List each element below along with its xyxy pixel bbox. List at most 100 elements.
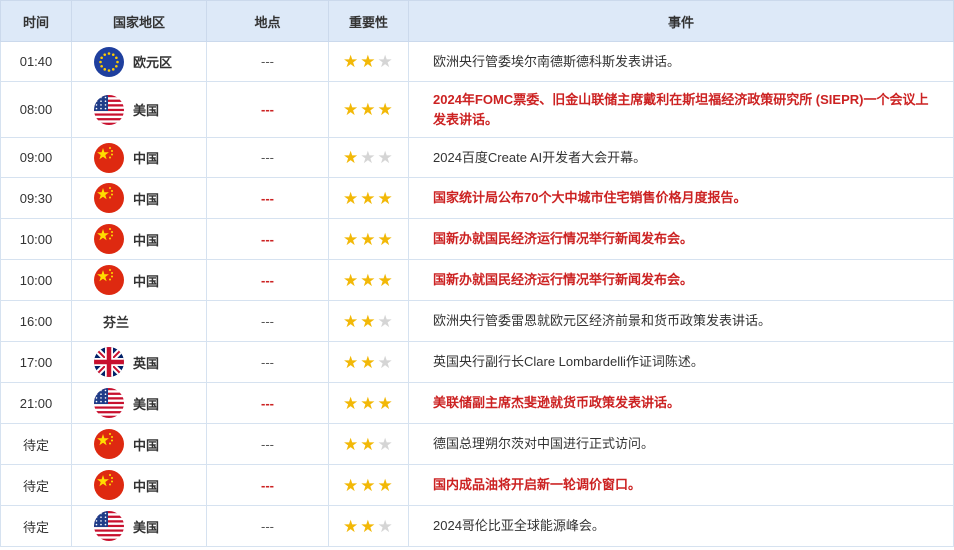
event-time: 10:00 xyxy=(0,259,72,301)
event-location: --- xyxy=(206,423,329,465)
country-cell: 美国 xyxy=(71,505,207,547)
table-body: 01:40 欧元区 --- ★ ★ ★ 欧洲央行管委埃尔南德斯德科斯发表讲话。 08:00 美国… xyxy=(0,41,954,547)
table-row[interactable]: 16:00 芬兰 --- ★ ★ ★ 欧洲央行管委雷恩就欧元区经济前景和货币政策发表讲话。 xyxy=(0,300,954,342)
country-cell: 中国 xyxy=(71,464,207,506)
table-row[interactable]: 17:00 英国 --- ★ ★ ★ 英国央行副行长Clare Lombardelli作证词… xyxy=(0,341,954,383)
star-filled-icon: ★ xyxy=(343,475,359,495)
event-time: 01:40 xyxy=(0,41,72,82)
star-filled-icon: ★ xyxy=(360,270,376,290)
country-name: 美国 xyxy=(133,103,160,118)
table-row[interactable]: 01:40 欧元区 --- ★ ★ ★ 欧洲央行管委埃尔南德斯德科斯发表讲话。 xyxy=(0,41,954,82)
star-filled-icon: ★ xyxy=(360,393,376,413)
table-row[interactable]: 10:00 中国 --- ★ ★ ★ 国新办就国民经济运行情况举行新闻发布会。 xyxy=(0,259,954,301)
table-row[interactable]: 08:00 美国 --- ★ ★ ★ 2024年FOMC票委、旧金山联储主席戴利在斯坦福经济… xyxy=(0,81,954,138)
country-name: 中国 xyxy=(133,232,160,248)
star-filled-icon: ★ xyxy=(360,352,376,372)
event-description: 美联储副主席杰斐逊就货币政策发表讲话。 xyxy=(408,382,954,424)
event-description: 国新办就国民经济运行情况举行新闻发布会。 xyxy=(408,259,954,301)
country-name: 美国 xyxy=(133,519,160,535)
importance-rating: ★ ★ ★ xyxy=(328,218,409,260)
star-filled-icon: ★ xyxy=(343,148,359,167)
star-filled-icon: ★ xyxy=(360,229,376,249)
event-location: --- xyxy=(206,341,329,383)
table-row[interactable]: 待定 中国 --- ★ ★ ★ 国内成品油将开启新一轮调价窗口。 xyxy=(0,464,954,506)
star-filled-icon: ★ xyxy=(343,52,359,71)
star-empty-icon: ★ xyxy=(377,516,393,536)
star-filled-icon: ★ xyxy=(377,393,393,413)
eu-flag-icon xyxy=(94,46,124,77)
star-filled-icon: ★ xyxy=(360,188,376,208)
importance-rating: ★ ★ ★ xyxy=(328,177,409,219)
event-location: --- xyxy=(206,259,329,301)
event-location: --- xyxy=(206,300,329,342)
country-name: 欧元区 xyxy=(133,55,173,70)
importance-rating: ★ ★ ★ xyxy=(328,464,409,506)
table-row[interactable]: 21:00 美国 --- ★ ★ ★ 美联储副主席杰斐逊就货币政策发表讲话。 xyxy=(0,382,954,424)
importance-rating: ★ ★ ★ xyxy=(328,382,409,424)
cn-flag-icon xyxy=(94,429,124,459)
star-filled-icon: ★ xyxy=(343,100,359,119)
cn-flag-icon xyxy=(94,470,124,500)
star-empty-icon: ★ xyxy=(377,52,393,71)
country-cell: 美国 xyxy=(71,382,207,424)
event-description: 国新办就国民经济运行情况举行新闻发布会。 xyxy=(408,218,954,260)
cn-flag-icon xyxy=(94,142,124,173)
importance-rating: ★ ★ ★ xyxy=(328,423,409,465)
event-time: 21:00 xyxy=(0,382,72,424)
event-description: 国内成品油将开启新一轮调价窗口。 xyxy=(408,464,954,506)
event-location: --- xyxy=(206,177,329,219)
star-filled-icon: ★ xyxy=(343,352,359,372)
country-cell: 中国 xyxy=(71,137,207,178)
event-location: --- xyxy=(206,137,329,178)
event-location: --- xyxy=(206,41,329,82)
country-name: 芬兰 xyxy=(103,314,130,330)
us-flag-icon xyxy=(94,511,124,541)
us-flag-icon xyxy=(94,388,124,418)
country-name: 英国 xyxy=(133,355,160,371)
star-filled-icon: ★ xyxy=(360,516,376,536)
star-filled-icon: ★ xyxy=(360,52,376,71)
country-name: 中国 xyxy=(133,191,160,207)
event-time: 09:00 xyxy=(0,137,72,178)
table-row[interactable]: 待定 美国 --- ★ ★ ★ 2024哥伦比亚全球能源峰会。 xyxy=(0,505,954,547)
importance-rating: ★ ★ ★ xyxy=(328,341,409,383)
economic-calendar-table: 时间 国家地区 地点 重要性 事件 01:40 欧元区 --- ★ ★ ★ 欧洲央行管委埃尔… xyxy=(0,0,954,547)
cn-flag-icon xyxy=(94,265,124,295)
event-description: 英国央行副行长Clare Lombardelli作证词陈述。 xyxy=(408,341,954,383)
star-empty-icon: ★ xyxy=(377,352,393,372)
country-cell: 中国 xyxy=(71,177,207,219)
country-cell: 中国 xyxy=(71,218,207,260)
event-description: 德国总理朔尔茨对中国进行正式访问。 xyxy=(408,423,954,465)
star-empty-icon: ★ xyxy=(377,434,393,454)
importance-rating: ★ ★ ★ xyxy=(328,81,409,138)
header-importance: 重要性 xyxy=(328,0,409,42)
star-filled-icon: ★ xyxy=(360,100,376,119)
star-filled-icon: ★ xyxy=(377,475,393,495)
country-name: 中国 xyxy=(133,437,160,453)
country-cell: 中国 xyxy=(71,259,207,301)
country-name: 中国 xyxy=(133,478,160,494)
star-filled-icon: ★ xyxy=(377,100,393,119)
event-location: --- xyxy=(206,218,329,260)
event-location: --- xyxy=(206,505,329,547)
table-row[interactable]: 09:00 中国 --- ★ ★ ★ 2024百度Create AI开发者大会开幕。 xyxy=(0,137,954,178)
header-location: 地点 xyxy=(206,0,329,42)
importance-rating: ★ ★ ★ xyxy=(328,505,409,547)
country-cell: 中国 xyxy=(71,423,207,465)
star-empty-icon: ★ xyxy=(360,148,376,167)
table-row[interactable]: 10:00 中国 --- ★ ★ ★ 国新办就国民经济运行情况举行新闻发布会。 xyxy=(0,218,954,260)
country-cell: 芬兰 xyxy=(71,300,207,342)
star-empty-icon: ★ xyxy=(377,148,393,167)
table-row[interactable]: 09:30 中国 --- ★ ★ ★ 国家统计局公布70个大中城市住宅销售价格月度报告。 xyxy=(0,177,954,219)
star-filled-icon: ★ xyxy=(343,188,359,208)
country-cell: 美国 xyxy=(71,81,207,138)
star-filled-icon: ★ xyxy=(343,229,359,249)
table-row[interactable]: 待定 中国 --- ★ ★ ★ 德国总理朔尔茨对中国进行正式访问。 xyxy=(0,423,954,465)
country-cell: 欧元区 xyxy=(71,41,207,82)
us-flag-icon xyxy=(94,94,124,125)
event-time: 08:00 xyxy=(0,81,72,138)
event-description: 2024年FOMC票委、旧金山联储主席戴利在斯坦福经济政策研究所 (SIEPR)… xyxy=(408,81,954,138)
star-filled-icon: ★ xyxy=(343,393,359,413)
cn-flag-icon xyxy=(94,183,124,213)
star-filled-icon: ★ xyxy=(377,229,393,249)
